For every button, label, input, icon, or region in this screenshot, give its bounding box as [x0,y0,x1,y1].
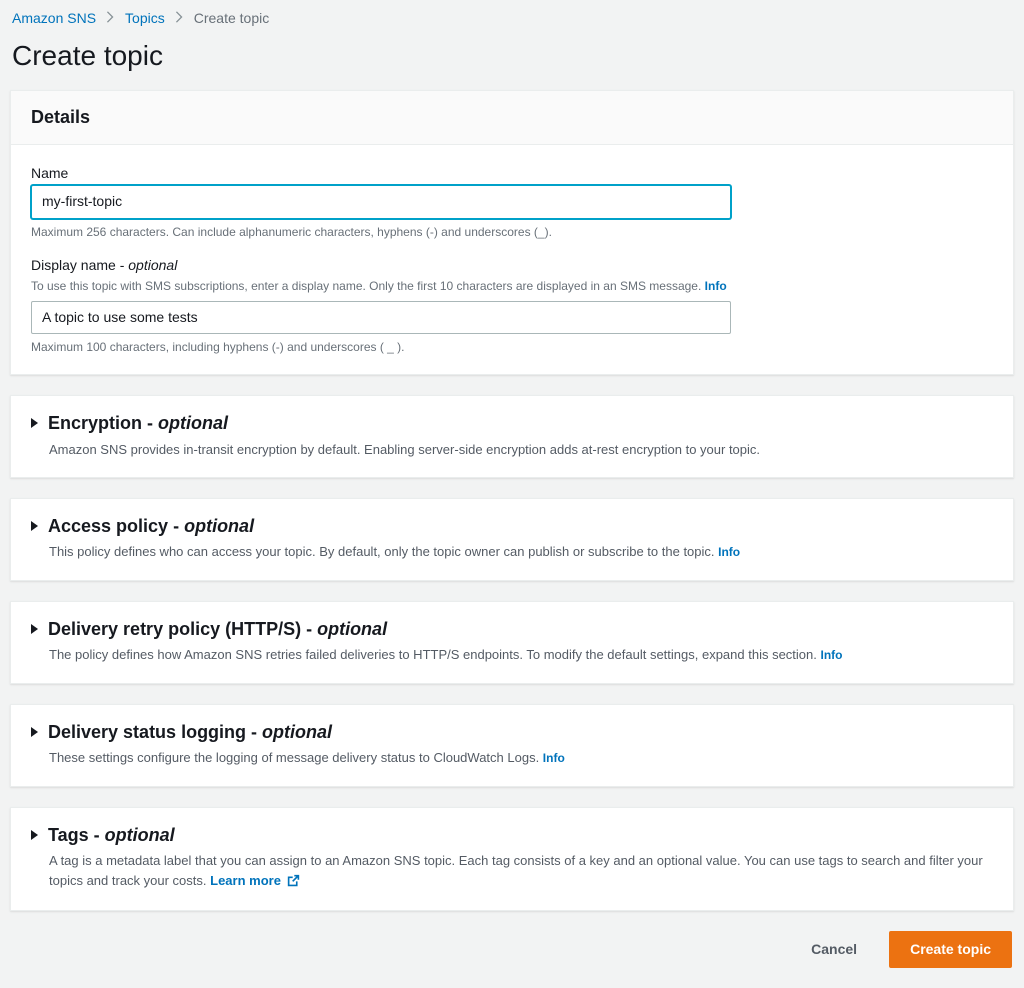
display-name-sub-text: To use this topic with SMS subscriptions… [31,279,705,293]
caret-right-icon [31,624,38,634]
page-title: Create topic [12,40,1014,72]
access-policy-title: Access policy - optional [48,515,993,538]
details-panel-header: Details [11,91,1013,145]
breadcrumb-current: Create topic [194,10,269,26]
retry-policy-title-main: Delivery retry policy (HTTP/S) - [48,619,317,639]
external-link-icon [287,873,300,893]
breadcrumb-topics-link[interactable]: Topics [125,10,165,26]
chevron-right-icon [106,11,115,25]
display-name-label-main: Display name - [31,257,128,273]
tags-desc: A tag is a metadata label that you can a… [49,851,993,892]
cancel-button[interactable]: Cancel [791,931,877,967]
status-logging-title: Delivery status logging - optional [48,721,993,744]
tags-title-optional: optional [105,825,175,845]
tags-desc-text: A tag is a metadata label that you can a… [49,853,983,888]
display-name-sub: To use this topic with SMS subscriptions… [31,277,993,295]
status-logging-panel[interactable]: Delivery status logging - optional These… [10,704,1014,787]
status-logging-info-link[interactable]: Info [543,751,565,765]
display-name-label-optional: optional [128,257,177,273]
encryption-desc: Amazon SNS provides in-transit encryptio… [49,440,993,460]
create-topic-button[interactable]: Create topic [889,931,1012,967]
name-label: Name [31,165,993,181]
encryption-panel[interactable]: Encryption - optional Amazon SNS provide… [10,395,1014,478]
name-help-text: Maximum 256 characters. Can include alph… [31,225,993,239]
retry-policy-panel[interactable]: Delivery retry policy (HTTP/S) - optiona… [10,601,1014,684]
caret-right-icon [31,830,38,840]
access-policy-desc: This policy defines who can access your … [49,542,993,562]
status-logging-desc-text: These settings configure the logging of … [49,750,543,765]
breadcrumb: Amazon SNS Topics Create topic [12,10,1014,26]
retry-policy-title: Delivery retry policy (HTTP/S) - optiona… [48,618,993,641]
breadcrumb-root-link[interactable]: Amazon SNS [12,10,96,26]
caret-right-icon [31,727,38,737]
details-heading: Details [31,107,993,128]
retry-policy-info-link[interactable]: Info [821,648,843,662]
tags-title: Tags - optional [48,824,993,847]
chevron-right-icon [175,11,184,25]
tags-learn-more-text: Learn more [210,873,281,888]
encryption-title: Encryption - optional [48,412,993,435]
display-name-label: Display name - optional [31,257,993,273]
caret-right-icon [31,521,38,531]
display-name-info-link[interactable]: Info [705,279,727,293]
display-name-field: Display name - optional To use this topi… [31,257,993,355]
encryption-title-optional: optional [158,413,228,433]
access-policy-title-main: Access policy - [48,516,184,536]
status-logging-title-optional: optional [262,722,332,742]
status-logging-title-main: Delivery status logging - [48,722,262,742]
tags-learn-more-link[interactable]: Learn more [210,873,299,888]
retry-policy-desc-text: The policy defines how Amazon SNS retrie… [49,647,821,662]
tags-title-main: Tags - [48,825,105,845]
retry-policy-title-optional: optional [317,619,387,639]
tags-panel[interactable]: Tags - optional A tag is a metadata labe… [10,807,1014,911]
access-policy-info-link[interactable]: Info [718,545,740,559]
encryption-title-main: Encryption - [48,413,158,433]
display-name-input[interactable] [31,301,731,335]
access-policy-panel[interactable]: Access policy - optional This policy def… [10,498,1014,581]
access-policy-title-optional: optional [184,516,254,536]
details-panel: Details Name Maximum 256 characters. Can… [10,90,1014,375]
name-input[interactable] [31,185,731,219]
name-field: Name Maximum 256 characters. Can include… [31,165,993,239]
display-name-help-text: Maximum 100 characters, including hyphen… [31,340,993,354]
form-footer: Cancel Create topic [10,931,1014,967]
caret-right-icon [31,418,38,428]
access-policy-desc-text: This policy defines who can access your … [49,544,718,559]
status-logging-desc: These settings configure the logging of … [49,748,993,768]
retry-policy-desc: The policy defines how Amazon SNS retrie… [49,645,993,665]
